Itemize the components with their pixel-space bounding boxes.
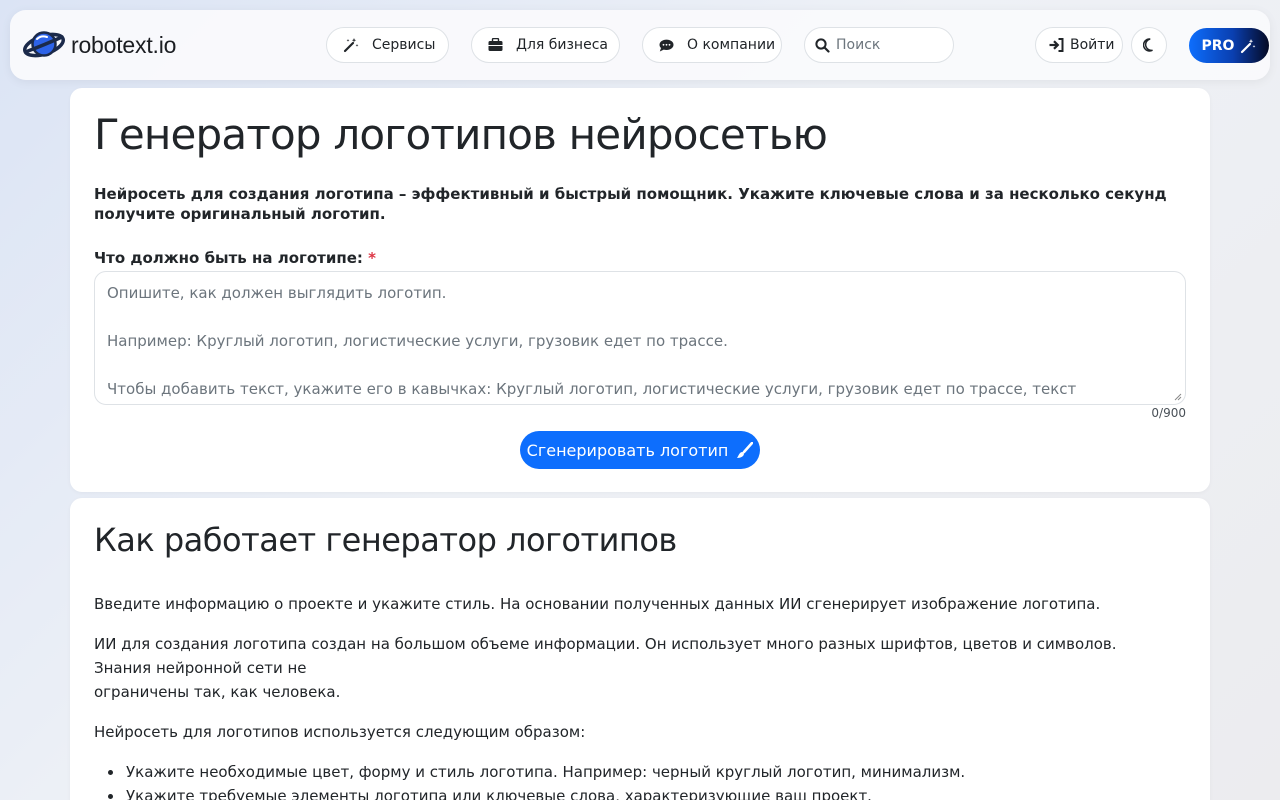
paragraph-3: Нейросеть для логотипов используется сле… <box>94 723 586 741</box>
resize-grip-icon[interactable] <box>1174 393 1182 401</box>
pro-label: PRO <box>1201 37 1235 54</box>
paragraph-2-part-2: ограничены так, как человека. <box>94 683 341 701</box>
chat-bubble-icon <box>659 39 674 51</box>
placeholder-line-3: Чтобы добавить текст, укажите его в кавы… <box>107 380 1077 398</box>
about-button[interactable]: О компании <box>642 27 782 63</box>
field-label: Что должно быть на логотипе: * <box>94 249 376 267</box>
planet-logo-icon <box>23 31 65 58</box>
how-it-works-card: Как работает генератор логотипов Введите… <box>70 498 1210 800</box>
placeholder-line-2: Например: Круглый логотип, логистические… <box>107 332 728 350</box>
business-button[interactable]: Для бизнеса <box>471 27 620 63</box>
search-input[interactable] <box>836 37 946 53</box>
list-item: Укажите необходимые цвет, форму и стиль … <box>94 760 965 784</box>
field-label-text: Что должно быть на логотипе: <box>94 249 363 267</box>
paragraph-2: ИИ для создания логотипа создан на больш… <box>94 632 1164 704</box>
placeholder-line-1: Опишите, как должен выглядить логотип. <box>107 284 447 302</box>
required-mark: * <box>368 249 376 267</box>
brand-link[interactable]: robotext.io <box>22 27 176 63</box>
services-label: Сервисы <box>372 37 436 53</box>
logo-description-textarea[interactable]: Опишите, как должен выглядить логотип. Н… <box>94 271 1186 405</box>
section-title: Как работает генератор логотипов <box>94 521 677 559</box>
list-item: Укажите требуемые элементы логотипа или … <box>94 784 965 800</box>
theme-toggle-button[interactable] <box>1131 27 1167 63</box>
search-box[interactable] <box>804 27 954 63</box>
paragraph-2-part-1: ИИ для создания логотипа создан на больш… <box>94 635 1117 677</box>
briefcase-icon <box>488 38 503 51</box>
pro-button[interactable]: PRO <box>1189 28 1269 63</box>
page-title: Генератор логотипов нейросетью <box>94 110 828 159</box>
generate-logo-button[interactable]: Сгенерировать логотип <box>520 431 760 469</box>
paintbrush-icon <box>737 441 754 458</box>
login-label: Войти <box>1070 37 1115 53</box>
login-button[interactable]: Войти <box>1035 27 1123 63</box>
char-counter: 0/900 <box>1151 406 1186 420</box>
search-icon <box>815 37 830 53</box>
about-label: О компании <box>687 37 776 53</box>
generate-button-label: Сгенерировать логотип <box>526 440 729 460</box>
lead-text: Нейросеть для создания логотипа – эффект… <box>94 185 1167 223</box>
business-label: Для бизнеса <box>516 37 608 53</box>
top-navbar: robotext.io Сервисы Для бизнеса О компан… <box>10 10 1270 80</box>
moon-icon <box>1142 38 1153 52</box>
services-button[interactable]: Сервисы <box>326 27 449 63</box>
brand-name: robotext.io <box>71 31 177 58</box>
generator-card: Генератор логотипов нейросетью Нейросеть… <box>70 88 1210 492</box>
paragraph-1: Введите информацию о проекте и укажите с… <box>94 595 1101 613</box>
sign-in-icon <box>1049 38 1064 52</box>
steps-list: Укажите необходимые цвет, форму и стиль … <box>94 760 965 800</box>
pro-magic-icon <box>1241 38 1256 53</box>
magic-wand-icon <box>343 38 359 53</box>
